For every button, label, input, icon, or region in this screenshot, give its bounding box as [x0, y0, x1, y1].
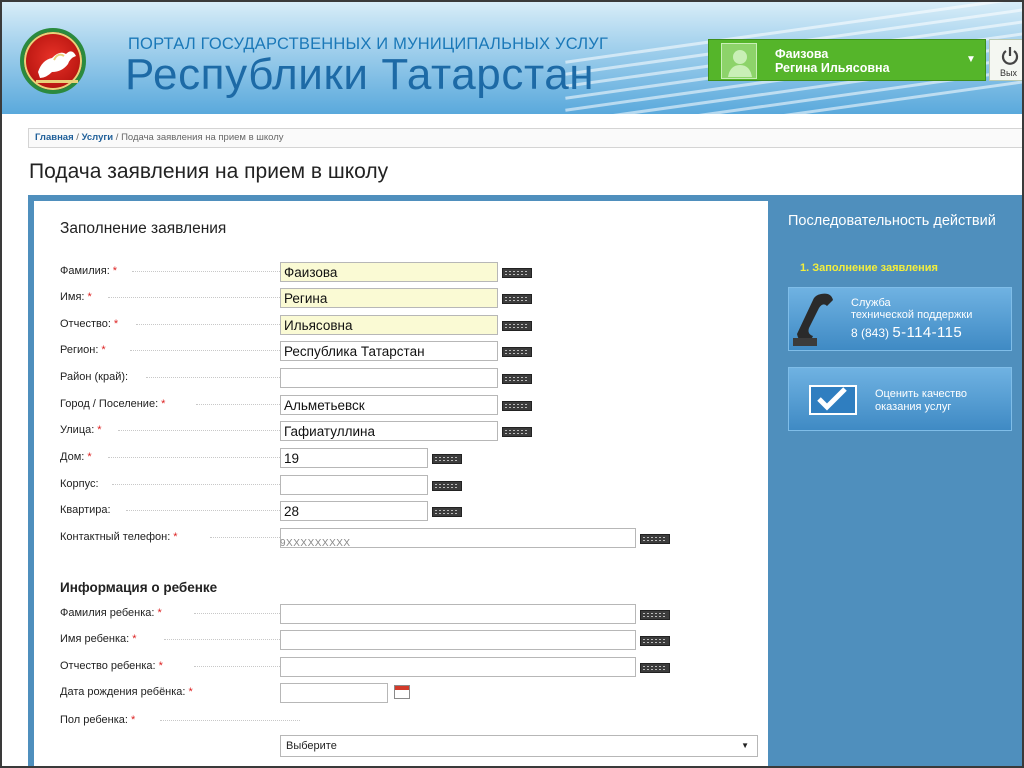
user-name: Фаизова Регина Ильясовна: [775, 47, 890, 75]
keyboard-icon[interactable]: [502, 321, 532, 331]
keyboard-icon[interactable]: [640, 663, 670, 673]
field-label: Имя ребенка: *: [60, 633, 137, 645]
field-label: Фамилия: *: [60, 265, 118, 277]
child-section-title: Информация о ребенке: [60, 580, 218, 595]
field-label: Улица: *: [60, 424, 102, 436]
patronymic-input[interactable]: [280, 315, 498, 335]
keyboard-icon[interactable]: [502, 294, 532, 304]
rate-service-text: Оценить качество оказания услуг: [875, 388, 968, 413]
avatar: [721, 43, 757, 79]
steps-title: Последовательность действий: [788, 213, 996, 229]
field-label: Регион: *: [60, 344, 106, 356]
child-first-name-input[interactable]: [280, 630, 636, 650]
field-label: Отчество: *: [60, 318, 119, 330]
keyboard-icon[interactable]: [432, 507, 462, 517]
logout-label: Вых: [1000, 68, 1017, 78]
keyboard-icon[interactable]: [502, 427, 532, 437]
field-label: Имя: *: [60, 291, 92, 303]
tatarstan-emblem-icon[interactable]: [20, 28, 86, 94]
keyboard-icon[interactable]: [502, 347, 532, 357]
chevron-down-icon: ▼: [741, 741, 749, 750]
select-value: Выберите: [286, 740, 337, 752]
form-section-title: Заполнение заявления: [60, 220, 227, 237]
browser-frame: ПОРТАЛ ГОСУДАРСТВЕННЫХ И МУНИЦИПАЛЬНЫХ У…: [0, 0, 1024, 768]
support-text: Служба технической поддержки: [851, 297, 973, 321]
child-last-name-input[interactable]: [280, 604, 636, 624]
breadcrumb: Главная / Услуги / Подача заявления на п…: [28, 128, 1022, 148]
field-label: Дом: *: [60, 451, 92, 463]
page-title: Подача заявления на прием в школу: [29, 160, 389, 183]
phone-format-hint: 9XXXXXXXXX: [280, 538, 351, 549]
breadcrumb-services-link[interactable]: Услуги: [82, 132, 114, 143]
calendar-icon[interactable]: [394, 685, 410, 699]
phone-icon: [793, 293, 833, 346]
last-name-input[interactable]: [280, 262, 498, 282]
child-gender-select[interactable]: Выберите ▼: [280, 735, 758, 757]
user-last-name: Фаизова: [775, 47, 829, 61]
field-label: Пол ребенка: *: [60, 714, 136, 726]
field-label: Город / Поселение: *: [60, 398, 166, 410]
building-input[interactable]: [280, 475, 428, 495]
support-phone: 8 (843) 5-114-115: [851, 324, 963, 341]
main-content: Заполнение заявления Фамилия:* Имя:* Отч…: [28, 195, 1022, 766]
keyboard-icon[interactable]: [640, 610, 670, 620]
breadcrumb-home-link[interactable]: Главная: [35, 132, 74, 143]
house-input[interactable]: [280, 448, 428, 468]
region-input[interactable]: [280, 341, 498, 361]
field-label: Район (край):: [60, 371, 129, 383]
portal-header: ПОРТАЛ ГОСУДАРСТВЕННЫХ И МУНИЦИПАЛЬНЫХ У…: [2, 2, 1022, 114]
child-patronymic-input[interactable]: [280, 657, 636, 677]
district-input[interactable]: [280, 368, 498, 388]
keyboard-icon[interactable]: [432, 454, 462, 464]
rate-service-banner[interactable]: Оценить качество оказания услуг: [788, 367, 1012, 431]
field-label: Дата рождения ребёнка: *: [60, 686, 193, 698]
support-banner[interactable]: Служба технической поддержки 8 (843) 5-1…: [788, 287, 1012, 351]
keyboard-icon[interactable]: [432, 481, 462, 491]
keyboard-icon[interactable]: [640, 636, 670, 646]
field-label: Квартира:: [60, 504, 111, 516]
user-first-name: Регина Ильясовна: [775, 61, 890, 75]
field-label: Отчество ребенка: *: [60, 660, 163, 672]
step-item-fill-application[interactable]: 1. Заполнение заявления: [800, 262, 938, 274]
field-label: Контактный телефон: *: [60, 531, 178, 543]
keyboard-icon[interactable]: [502, 401, 532, 411]
portal-title[interactable]: Республики Татарстан: [125, 50, 594, 100]
city-input[interactable]: [280, 395, 498, 415]
checkbox-check-icon: [809, 385, 857, 415]
breadcrumb-current: Подача заявления на прием в школу: [121, 132, 284, 143]
first-name-input[interactable]: [280, 288, 498, 308]
keyboard-icon[interactable]: [502, 268, 532, 278]
chevron-down-icon[interactable]: ▼: [966, 54, 976, 65]
apartment-input[interactable]: [280, 501, 428, 521]
child-birthdate-input[interactable]: [280, 683, 388, 703]
user-menu[interactable]: Фаизова Регина Ильясовна ▼: [708, 39, 986, 81]
field-label: Фамилия ребенка: *: [60, 607, 162, 619]
keyboard-icon[interactable]: [502, 374, 532, 384]
application-form: Заполнение заявления Фамилия:* Имя:* Отч…: [34, 201, 768, 766]
keyboard-icon[interactable]: [640, 534, 670, 544]
field-label: Корпус:: [60, 478, 99, 490]
logout-button[interactable]: Вых: [989, 39, 1022, 81]
street-input[interactable]: [280, 421, 498, 441]
power-icon: [1001, 47, 1019, 65]
